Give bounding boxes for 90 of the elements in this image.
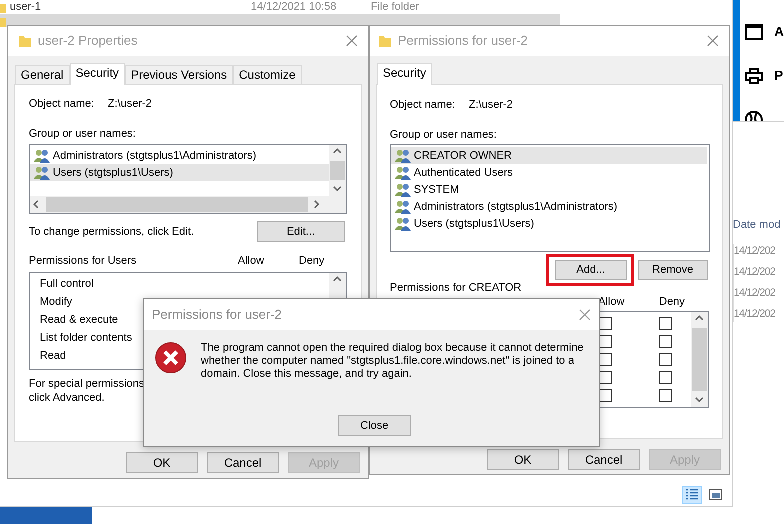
file-type: File folder	[371, 0, 420, 14]
window-title: Permissions for user-2	[152, 308, 284, 322]
user-list-item[interactable]: Users (stgtsplus1\Users)	[391, 215, 707, 232]
users-icon	[395, 166, 412, 180]
hint-text: To change permissions, click Edit.	[29, 224, 194, 238]
dialog-button[interactable]: OK	[487, 449, 559, 470]
user-list-item[interactable]: Authenticated Users	[391, 164, 707, 181]
dialog-button[interactable]: OK	[126, 452, 198, 473]
user-name: CREATOR OWNER	[414, 148, 512, 162]
date-cell: 14/12/202	[734, 244, 776, 259]
column-header: Deny	[299, 254, 325, 268]
advanced-hint: For special permissions	[29, 377, 145, 391]
menu-label[interactable]: P	[774, 69, 784, 83]
date-cell: 14/12/202	[734, 286, 776, 301]
permission-name: Read	[40, 349, 66, 363]
field-label: Group or user names:	[390, 128, 498, 142]
scrollbar[interactable]	[691, 312, 708, 407]
close-icon[interactable]	[346, 35, 358, 47]
folder-icon	[378, 34, 392, 48]
object-name: Z:\user-2	[108, 97, 152, 111]
edit-button[interactable]: Edit...	[257, 221, 345, 242]
user-list-item[interactable]: CREATOR OWNER	[391, 147, 707, 164]
column-header: Allow	[238, 254, 266, 268]
user-list-item[interactable]: Administrators (stgtsplus1\Administrators)	[391, 198, 707, 215]
add-button[interactable]: Add...	[555, 260, 627, 280]
advanced-hint: click Advanced.	[29, 391, 105, 405]
checkbox[interactable]	[659, 317, 672, 330]
user-name: Administrators (stgtsplus1\Administrators)	[53, 148, 257, 162]
user-list-item[interactable]: Users (stgtsplus1\Users)	[30, 164, 329, 181]
error-message: The program cannot open the required dialog box because it cannot determine whether the computer named "stgtsplus1.file.core.windows.net" is joined to a domain. Close this message, and try again.	[201, 342, 585, 381]
checkbox[interactable]	[599, 335, 612, 348]
users-icon	[395, 216, 412, 230]
permission-name: Read & execute	[40, 313, 118, 327]
date-cell: 14/12/202	[734, 307, 776, 322]
user-name: Authenticated Users	[414, 166, 514, 180]
file-date: 14/12/2021 10:58	[251, 0, 338, 14]
dialog-button[interactable]: Cancel	[568, 449, 640, 470]
window-title: user-2 Properties	[38, 34, 139, 48]
close-icon[interactable]	[579, 308, 591, 320]
permission-name: Full control	[40, 277, 94, 291]
tab[interactable]: General	[15, 65, 70, 84]
user-list-item[interactable]: SYSTEM	[391, 181, 707, 198]
remove-button[interactable]: Remove	[638, 260, 708, 280]
permissions-label: Permissions for CREATOR	[390, 282, 523, 295]
checkbox[interactable]	[659, 353, 672, 366]
checkbox[interactable]	[659, 335, 672, 348]
horizontal-scrollbar[interactable]	[30, 196, 346, 213]
user-list-item[interactable]: Administrators (stgtsplus1\Administrators)	[30, 147, 329, 164]
permission-name: Modify	[40, 295, 72, 309]
field-label: Object name:	[29, 97, 96, 111]
tab[interactable]: Security	[70, 63, 126, 85]
close-button[interactable]: Close	[338, 415, 411, 436]
date-cell: 14/12/202	[734, 265, 776, 280]
object-name: Z:\user-2	[469, 98, 514, 112]
user-name: Users (stgtsplus1\Users)	[414, 216, 534, 230]
users-icon	[34, 166, 51, 180]
checkbox[interactable]	[659, 389, 672, 402]
close-icon[interactable]	[707, 35, 719, 47]
window-title: Permissions for user-2	[398, 34, 530, 48]
users-icon	[34, 148, 51, 162]
field-label: Group or user names:	[29, 127, 137, 141]
details-view-button[interactable]	[682, 486, 702, 504]
tab[interactable]: Previous Versions	[125, 65, 234, 84]
permissions-label: Permissions for Users	[29, 254, 138, 268]
checkbox[interactable]	[599, 371, 612, 384]
tab[interactable]: Customize	[233, 65, 302, 84]
file-name: user-1	[10, 0, 42, 14]
folder-icon	[18, 34, 32, 48]
field-label: Object name:	[390, 98, 456, 112]
users-icon	[395, 200, 412, 214]
user-name: SYSTEM	[414, 182, 460, 196]
checkbox[interactable]	[599, 317, 612, 330]
permission-name: List folder contents	[40, 331, 132, 345]
error-icon	[155, 342, 187, 374]
column-header: Deny	[658, 295, 686, 309]
menu-label[interactable]: A	[774, 25, 784, 39]
checkbox[interactable]	[599, 353, 612, 366]
dialog-button[interactable]: Cancel	[207, 452, 279, 473]
column-header[interactable]: Date mod	[733, 218, 784, 232]
checkbox[interactable]	[659, 371, 672, 384]
scrollbar[interactable]	[329, 145, 346, 196]
users-icon	[395, 182, 412, 196]
printer-icon	[744, 68, 763, 84]
user-name: Users (stgtsplus1\Users)	[53, 166, 174, 180]
column-header: Allow	[597, 295, 626, 309]
checkbox[interactable]	[599, 389, 612, 402]
window-icon	[744, 24, 763, 40]
tab[interactable]: Security	[377, 63, 432, 85]
users-icon	[395, 148, 412, 162]
user-name: Administrators (stgtsplus1\Administrators)	[414, 200, 618, 214]
